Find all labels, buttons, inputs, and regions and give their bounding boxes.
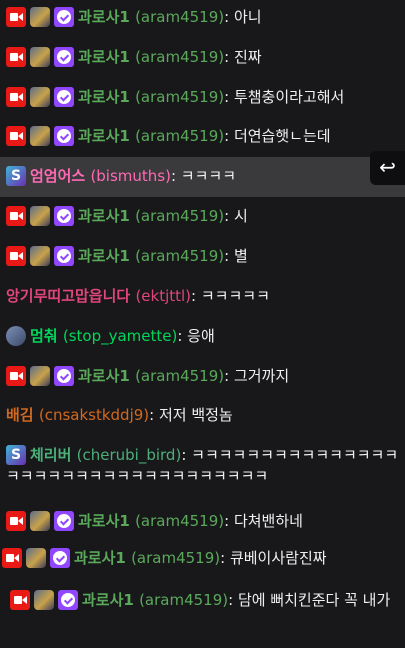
chat-username[interactable]: 앙기무띠고맙읍니다 (ektjttl) <box>6 287 191 305</box>
camera-icon <box>6 206 26 226</box>
camera-icon <box>10 590 30 610</box>
chat-username[interactable]: 과로사1 (aram4519) <box>78 367 224 385</box>
avatar-badge-icon <box>30 511 50 531</box>
avatar-badge-icon <box>30 47 50 67</box>
chat-text: 다쳐밴하네 <box>233 512 303 530</box>
chat-username[interactable]: 과로사1 (aram4519) <box>78 8 224 26</box>
chat-username[interactable]: 과로사1 (aram4519) <box>78 88 224 106</box>
avatar-badge-icon <box>30 366 50 386</box>
verified-icon <box>54 126 74 146</box>
chat-text: 저저 백정놈 <box>158 406 233 424</box>
verified-icon <box>54 87 74 107</box>
chat-text: ㅋㅋㅋㅋ <box>180 167 236 185</box>
chat-username[interactable]: 과로사1 (aram4519) <box>78 127 224 145</box>
subscriber-badge-icon: S <box>6 165 26 186</box>
chat-text: 진짜 <box>233 48 262 66</box>
chat-message: 과로사1 (aram4519): 아니 <box>0 7 405 28</box>
camera-icon <box>6 126 26 146</box>
camera-icon <box>6 511 26 531</box>
chat-message: 과로사1 (aram4519): 담에 뻐치킨준다 꼭 내가 <box>0 590 405 611</box>
chat-text: 별 <box>233 247 248 265</box>
chat-message: 과로사1 (aram4519): 그거까지 <box>0 366 405 387</box>
avatar-badge-icon <box>26 548 46 568</box>
verified-icon <box>50 548 70 568</box>
verified-icon <box>54 206 74 226</box>
chat-username[interactable]: 과로사1 (aram4519) <box>78 247 224 265</box>
verified-icon <box>54 246 74 266</box>
chat-message: S 체리버 (cherubi_bird): ㅋㅋㅋㅋㅋㅋㅋㅋㅋㅋㅋㅋㅋㅋㅋㅋㅋㅋㅋ… <box>6 445 399 485</box>
verified-icon <box>54 47 74 67</box>
camera-icon <box>6 246 26 266</box>
camera-icon <box>6 87 26 107</box>
camera-icon <box>6 47 26 67</box>
avatar-badge-icon <box>34 590 54 610</box>
chat-text: 시 <box>233 207 248 225</box>
chat-message: 과로사1 (aram4519): 큐베이사람진짜 <box>0 548 405 569</box>
chat-text: 아니 <box>233 8 262 26</box>
chat-text: 응애 <box>187 327 215 345</box>
chat-username[interactable]: 과로사1 (aram4519) <box>78 207 224 225</box>
avatar-badge-icon <box>30 206 50 226</box>
avatar-badge-icon <box>30 126 50 146</box>
chat-message: 과로사1 (aram4519): 더연습햇ㄴ는데 <box>0 126 405 147</box>
avatar-icon <box>6 326 26 346</box>
chat-message: 과로사1 (aram4519): 다쳐밴하네 <box>0 511 405 532</box>
chat-text: 담에 뻐치킨준다 꼭 내가 <box>237 591 391 609</box>
chat-panel: 과로사1 (aram4519): 아니 과로사1 (aram4519): 진짜 … <box>0 0 405 648</box>
chat-username[interactable]: 체리버 (cherubi_bird) <box>30 446 181 464</box>
chat-text: ㅋㅋㅋㅋㅋ <box>200 287 270 305</box>
chat-message-highlighted: S 엄엄어스 (bismuths): ㅋㅋㅋㅋ <box>0 157 405 197</box>
chat-text: 더연습햇ㄴ는데 <box>233 127 331 145</box>
chat-username[interactable]: 과로사1 (aram4519) <box>74 549 220 567</box>
chat-text: 그거까지 <box>233 367 290 385</box>
chat-username[interactable]: 멈춰 (stop_yamette) <box>30 327 177 345</box>
chat-message: 배김 (cnsakstkddj9): 저저 백정놈 <box>6 406 233 424</box>
avatar-badge-icon <box>30 87 50 107</box>
chat-message: 멈춰 (stop_yamette): 응애 <box>0 326 405 347</box>
chat-username[interactable]: 배김 (cnsakstkddj9) <box>6 406 149 424</box>
chat-message: 과로사1 (aram4519): 투챔충이라고해서 <box>0 87 405 108</box>
verified-icon <box>54 511 74 531</box>
chat-message: 과로사1 (aram4519): 별 <box>0 246 405 267</box>
avatar-badge-icon <box>30 7 50 27</box>
chat-message: 과로사1 (aram4519): 시 <box>0 206 405 227</box>
chat-message: 앙기무띠고맙읍니다 (ektjttl): ㅋㅋㅋㅋㅋ <box>6 287 270 305</box>
chat-text: 투챔충이라고해서 <box>233 88 345 106</box>
camera-icon <box>6 7 26 27</box>
subscriber-badge-icon: S <box>6 445 26 465</box>
verified-icon <box>54 366 74 386</box>
camera-icon <box>2 548 22 568</box>
verified-icon <box>54 7 74 27</box>
chat-username[interactable]: 과로사1 (aram4519) <box>78 512 224 530</box>
return-arrow-icon[interactable]: ↩ <box>370 151 405 185</box>
verified-icon <box>58 590 78 610</box>
chat-username[interactable]: 과로사1 (aram4519) <box>78 48 224 66</box>
camera-icon <box>6 366 26 386</box>
chat-message: 과로사1 (aram4519): 진짜 <box>0 47 405 68</box>
chat-text: 큐베이사람진짜 <box>229 549 327 567</box>
chat-username[interactable]: 엄엄어스 (bismuths) <box>30 167 171 185</box>
avatar-badge-icon <box>30 246 50 266</box>
chat-username[interactable]: 과로사1 (aram4519) <box>82 591 228 609</box>
